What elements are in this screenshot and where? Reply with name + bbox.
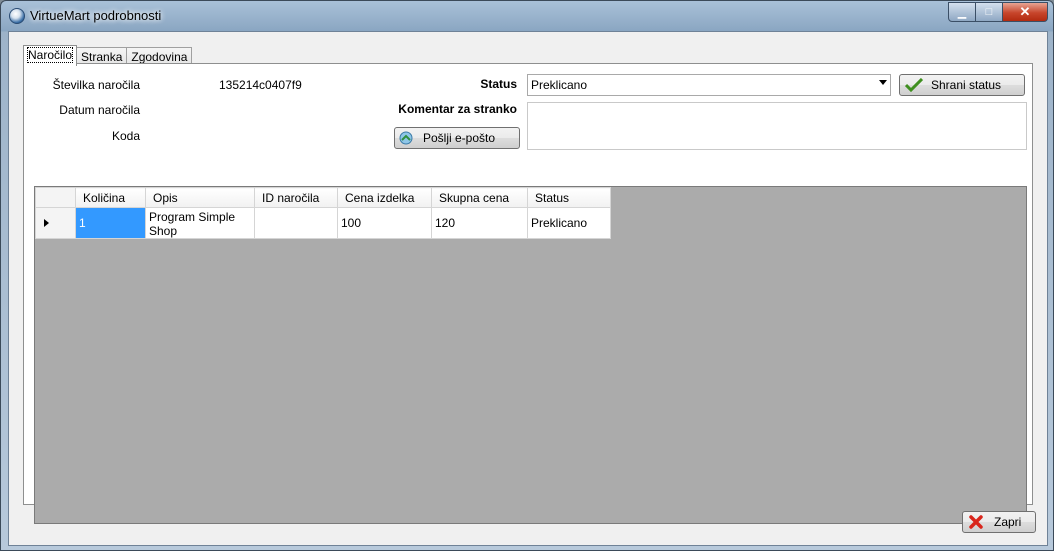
tab-order-label: Naročilo xyxy=(26,47,74,63)
save-status-button[interactable]: Shrani status xyxy=(899,74,1025,96)
column-header-status[interactable]: Status xyxy=(527,187,611,208)
close-window-button[interactable]: ✕ xyxy=(1002,2,1048,22)
status-label: Status xyxy=(480,77,517,91)
status-dropdown-value: Preklicano xyxy=(531,78,588,92)
window: VirtueMart podrobnosti ▁ □ ✕ Naročilo St… xyxy=(0,0,1054,551)
table-row[interactable]: 1 Program Simple Shop 100 120 Preklicano xyxy=(35,207,611,239)
minimize-icon: ▁ xyxy=(957,6,967,19)
caption-buttons: ▁ □ ✕ xyxy=(948,2,1048,22)
cell-total-price[interactable]: 120 xyxy=(431,207,528,239)
status-dropdown[interactable]: Preklicano xyxy=(527,74,891,96)
row-header-corner xyxy=(35,187,76,208)
title-bar[interactable]: VirtueMart podrobnosti ▁ □ ✕ xyxy=(1,1,1053,31)
save-status-button-label: Shrani status xyxy=(931,78,1002,92)
cell-product-price[interactable]: 100 xyxy=(337,207,432,239)
order-tab-panel: Številka naročila 135214c0407f9 Datum na… xyxy=(23,63,1033,524)
tab-customer-label: Stranka xyxy=(81,50,123,64)
tab-strip: Naročilo Stranka Zgodovina xyxy=(23,45,193,66)
order-number-label: Številka naročila xyxy=(52,78,140,92)
tab-order[interactable]: Naročilo xyxy=(23,45,78,66)
cell-status[interactable]: Preklicano xyxy=(527,207,611,239)
cell-order-id[interactable] xyxy=(254,207,338,239)
code-label: Koda xyxy=(111,129,140,143)
close-button-label: Zapri xyxy=(994,515,1022,529)
column-header-product-price[interactable]: Cena izdelka xyxy=(337,187,432,208)
column-header-total-price[interactable]: Skupna cena xyxy=(431,187,528,208)
tab-history-label: Zgodovina xyxy=(131,50,188,64)
column-header-order-id[interactable]: ID naročila xyxy=(254,187,338,208)
app-globe-icon[interactable] xyxy=(9,8,25,24)
grid-header-row: Količina Opis ID naročila Cena izdelka S… xyxy=(35,187,611,208)
minimize-button[interactable]: ▁ xyxy=(948,2,976,22)
email-send-icon xyxy=(399,131,413,145)
close-icon: ✕ xyxy=(1019,4,1031,19)
chevron-down-icon[interactable] xyxy=(879,80,887,85)
column-header-quantity[interactable]: Količina xyxy=(75,187,146,208)
comment-label: Komentar za stranko xyxy=(398,102,517,116)
order-items-table: Količina Opis ID naročila Cena izdelka S… xyxy=(35,187,611,239)
maximize-button[interactable]: □ xyxy=(975,2,1003,22)
cell-quantity[interactable]: 1 xyxy=(75,207,146,239)
order-date-label: Datum naročila xyxy=(59,103,140,117)
comment-textarea[interactable] xyxy=(527,102,1027,150)
send-email-button-label: Pošlji e-pošto xyxy=(423,131,496,145)
send-email-button[interactable]: Pošlji e-pošto xyxy=(394,127,520,149)
current-row-arrow-icon xyxy=(44,219,49,227)
window-title: VirtueMart podrobnosti xyxy=(30,8,162,23)
client-area: Naročilo Stranka Zgodovina Številka naro… xyxy=(8,31,1048,546)
order-items-grid[interactable]: Količina Opis ID naročila Cena izdelka S… xyxy=(34,186,1027,524)
close-button[interactable]: Zapri xyxy=(962,511,1036,533)
maximize-icon: □ xyxy=(985,6,993,18)
red-x-icon xyxy=(969,515,983,529)
checkmark-icon xyxy=(905,78,923,92)
row-header[interactable] xyxy=(35,207,76,239)
order-number-value: 135214c0407f9 xyxy=(219,78,302,92)
column-header-description[interactable]: Opis xyxy=(145,187,255,208)
cell-description[interactable]: Program Simple Shop xyxy=(145,207,255,239)
